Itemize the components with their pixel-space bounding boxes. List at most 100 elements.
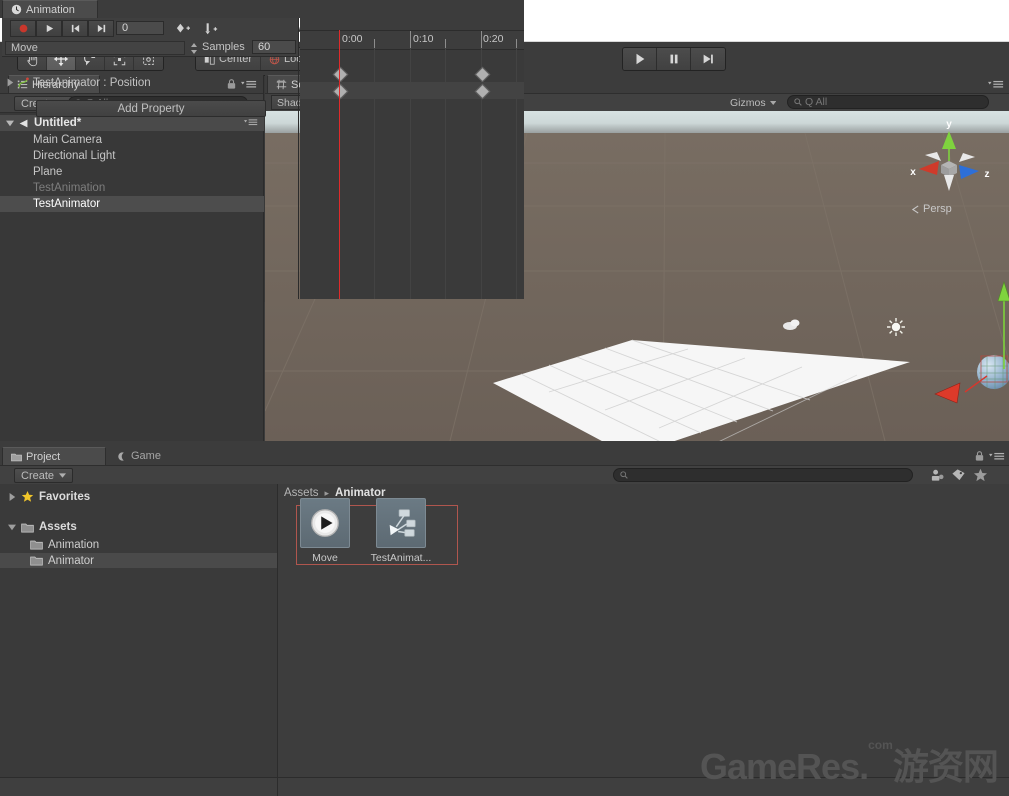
lock-icon[interactable] [226, 78, 237, 90]
project-tabstrip: Project Game [0, 447, 1009, 465]
step-button[interactable] [691, 48, 725, 70]
keyframe-marker[interactable] [474, 83, 491, 100]
object-filter-icon[interactable] [930, 468, 945, 482]
axis-y-label: y [946, 119, 952, 130]
animation-clip-dropdown[interactable]: Move [5, 41, 185, 55]
hierarchy-scene-row[interactable]: Untitled* [0, 115, 264, 131]
asset-item-move[interactable]: Move [294, 498, 356, 564]
watermark-dot: . [859, 746, 869, 787]
timeline-playhead[interactable] [339, 30, 340, 299]
folder-icon [30, 540, 43, 550]
search-icon [794, 98, 802, 106]
scene-search-input[interactable]: Q All [787, 95, 989, 109]
scene-menu-icon[interactable] [244, 118, 258, 127]
prev-key-icon [71, 24, 79, 33]
watermark-cn: 游资网 [892, 747, 999, 788]
triangle-down-icon[interactable] [8, 523, 16, 531]
scene-gizmos-dropdown[interactable]: Gizmos [725, 95, 781, 110]
minus-icon[interactable] [276, 78, 286, 85]
watermark-com: com [868, 738, 893, 752]
folder-icon [21, 523, 34, 532]
directional-light-gizmo-mark [887, 318, 905, 336]
folder-icon [30, 556, 43, 566]
animation-add-event-button[interactable] [198, 20, 224, 37]
add-keyframe-icon [176, 23, 190, 32]
hierarchy-item-label: Main Camera [33, 134, 103, 146]
animation-play-button[interactable] [36, 20, 62, 37]
project-favorites-label: Favorites [39, 490, 91, 503]
animation-samples-label: Samples [202, 41, 245, 53]
scene-projection-label: Persp [923, 203, 952, 215]
animation-samples-input[interactable]: 60 [252, 40, 296, 54]
chevron-down-icon [59, 473, 67, 478]
playback-controls-group [622, 47, 726, 71]
hierarchy-item-label: TestAnimator [33, 198, 101, 210]
project-create-button[interactable]: Create [14, 468, 74, 483]
hierarchy-item-main-camera[interactable]: Main Camera [0, 132, 264, 148]
animation-add-property-button[interactable]: Add Property [36, 100, 266, 117]
animation-prev-keyframe-button[interactable] [62, 20, 88, 37]
triangle-right-icon[interactable] [6, 78, 14, 87]
axis-z-label: z [985, 169, 990, 180]
triangle-right-icon[interactable] [8, 492, 16, 501]
hierarchy-item-directional-light[interactable]: Directional Light [0, 148, 264, 164]
animation-property-row[interactable]: TestAnimator : Position [6, 74, 151, 91]
keyframe-marker[interactable] [332, 66, 349, 83]
project-tree-item-animation[interactable]: Animation [0, 537, 277, 552]
scene-axis-gizmo[interactable]: y x z Persp [897, 113, 1001, 221]
step-forward-icon [703, 54, 713, 64]
triangle-down-icon[interactable] [6, 119, 14, 127]
animation-frame-input[interactable]: 0 [116, 21, 164, 35]
search-icon [620, 471, 628, 479]
project-tree-item-label: Animation [48, 538, 100, 551]
animation-splitter[interactable] [298, 18, 299, 299]
asset-thumbnail [376, 498, 426, 548]
pause-button[interactable] [657, 48, 691, 70]
project-search-input[interactable] [613, 468, 913, 482]
play-icon [636, 53, 644, 65]
hierarchy-scene-name: Untitled* [34, 117, 82, 129]
record-dot-icon [19, 24, 27, 33]
hierarchy-item-test-animation[interactable]: TestAnimation [0, 180, 264, 196]
asset-item-test-animator[interactable]: TestAnimat... [370, 498, 432, 564]
favorite-filter-icon[interactable] [973, 468, 988, 482]
panel-menu-icon[interactable] [988, 80, 1004, 89]
panel-menu-icon[interactable] [241, 80, 257, 89]
timeline-tick-label: 0:20 [483, 33, 504, 45]
breadcrumb-separator: ▸ [324, 487, 330, 498]
project-favorites-row[interactable]: Favorites [8, 490, 90, 503]
project-create-label: Create [21, 469, 55, 482]
animation-clip-icon [311, 509, 339, 537]
tab-project[interactable]: Project [2, 447, 106, 465]
animation-next-keyframe-button[interactable] [88, 20, 114, 37]
timeline-keyframe-row-position[interactable] [300, 82, 524, 100]
updown-arrows-icon[interactable] [190, 43, 198, 54]
project-tree-item-animator[interactable]: Animator [0, 553, 277, 568]
timeline-keyframe-row-summary[interactable] [300, 65, 524, 83]
animation-record-button[interactable] [10, 20, 36, 37]
timeline-ruler[interactable]: 0:00 0:10 0:20 [300, 30, 524, 50]
folder-icon [11, 453, 22, 461]
tab-animation[interactable]: Animation [2, 0, 98, 18]
project-assets-row[interactable]: Assets [8, 521, 77, 533]
keyframe-marker[interactable] [474, 66, 491, 83]
timeline-tick-label: 0:00 [342, 33, 363, 45]
play-button[interactable] [623, 48, 657, 70]
animation-add-keyframe-button[interactable] [170, 20, 196, 37]
timeline-top-spacer [300, 18, 524, 30]
timeline-major-tick [481, 31, 482, 48]
hierarchy-item-plane[interactable]: Plane [0, 164, 264, 180]
keyframe-marker[interactable] [332, 83, 349, 100]
label-filter-icon[interactable] [951, 468, 966, 482]
timeline-minor-tick [374, 39, 375, 48]
panel-menu-icon[interactable] [989, 452, 1005, 461]
project-subbar: Create [0, 465, 1009, 485]
add-event-icon [205, 22, 218, 34]
scene-projection-toggle[interactable]: Persp [911, 203, 952, 215]
lock-icon[interactable] [974, 450, 985, 462]
asset-item-label: Move [312, 552, 338, 564]
tab-game[interactable]: Game [108, 447, 186, 465]
project-tree-item-label: Animator [48, 554, 95, 567]
animation-timeline[interactable]: 0:00 0:10 0:20 [300, 18, 524, 299]
hierarchy-item-test-animator[interactable]: TestAnimator [0, 196, 264, 212]
